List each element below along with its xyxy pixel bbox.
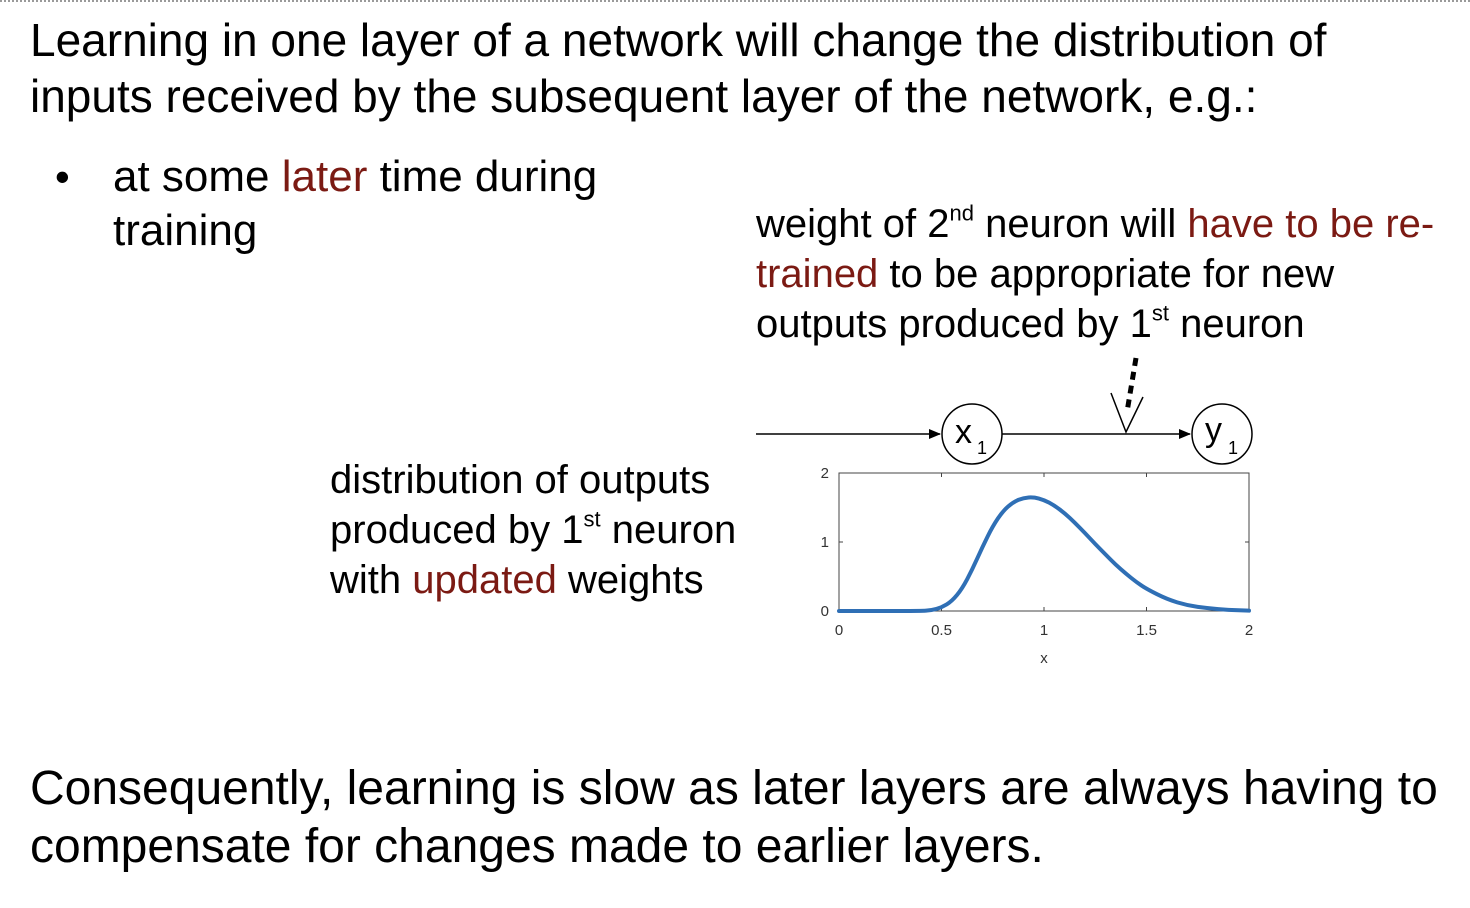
neuron-y1-subscript: 1: [1228, 438, 1238, 458]
weight-pointer-head: [1110, 392, 1144, 434]
x-axis-label: x: [1040, 650, 1048, 667]
weight-pointer-dashes: [1124, 357, 1139, 413]
x-tick-label: 0.5: [931, 622, 952, 639]
x-tick-label: 2: [1245, 622, 1253, 639]
y-tick-label: 1: [821, 534, 829, 551]
neuron-x1-subscript: 1: [977, 438, 987, 458]
plot-frame: [838, 472, 1250, 612]
x-tick-label: 0: [835, 622, 843, 639]
x-tick-label: 1: [1040, 622, 1048, 639]
neuron-y1: y 1: [1191, 403, 1253, 465]
y-tick-label: 0: [821, 603, 829, 620]
neuron-x1: x 1: [941, 403, 1003, 465]
neuron-x1-label: x: [955, 413, 972, 451]
distribution-chart: 0 0.5 1 1.5 2 0 1 2 x: [821, 465, 1254, 667]
y-tick-label: 2: [821, 465, 829, 482]
conclusion-text: Consequently, learning is slow as later …: [30, 762, 1438, 873]
neuron-y1-label: y: [1205, 411, 1222, 449]
x-tick-label: 1.5: [1136, 622, 1157, 639]
